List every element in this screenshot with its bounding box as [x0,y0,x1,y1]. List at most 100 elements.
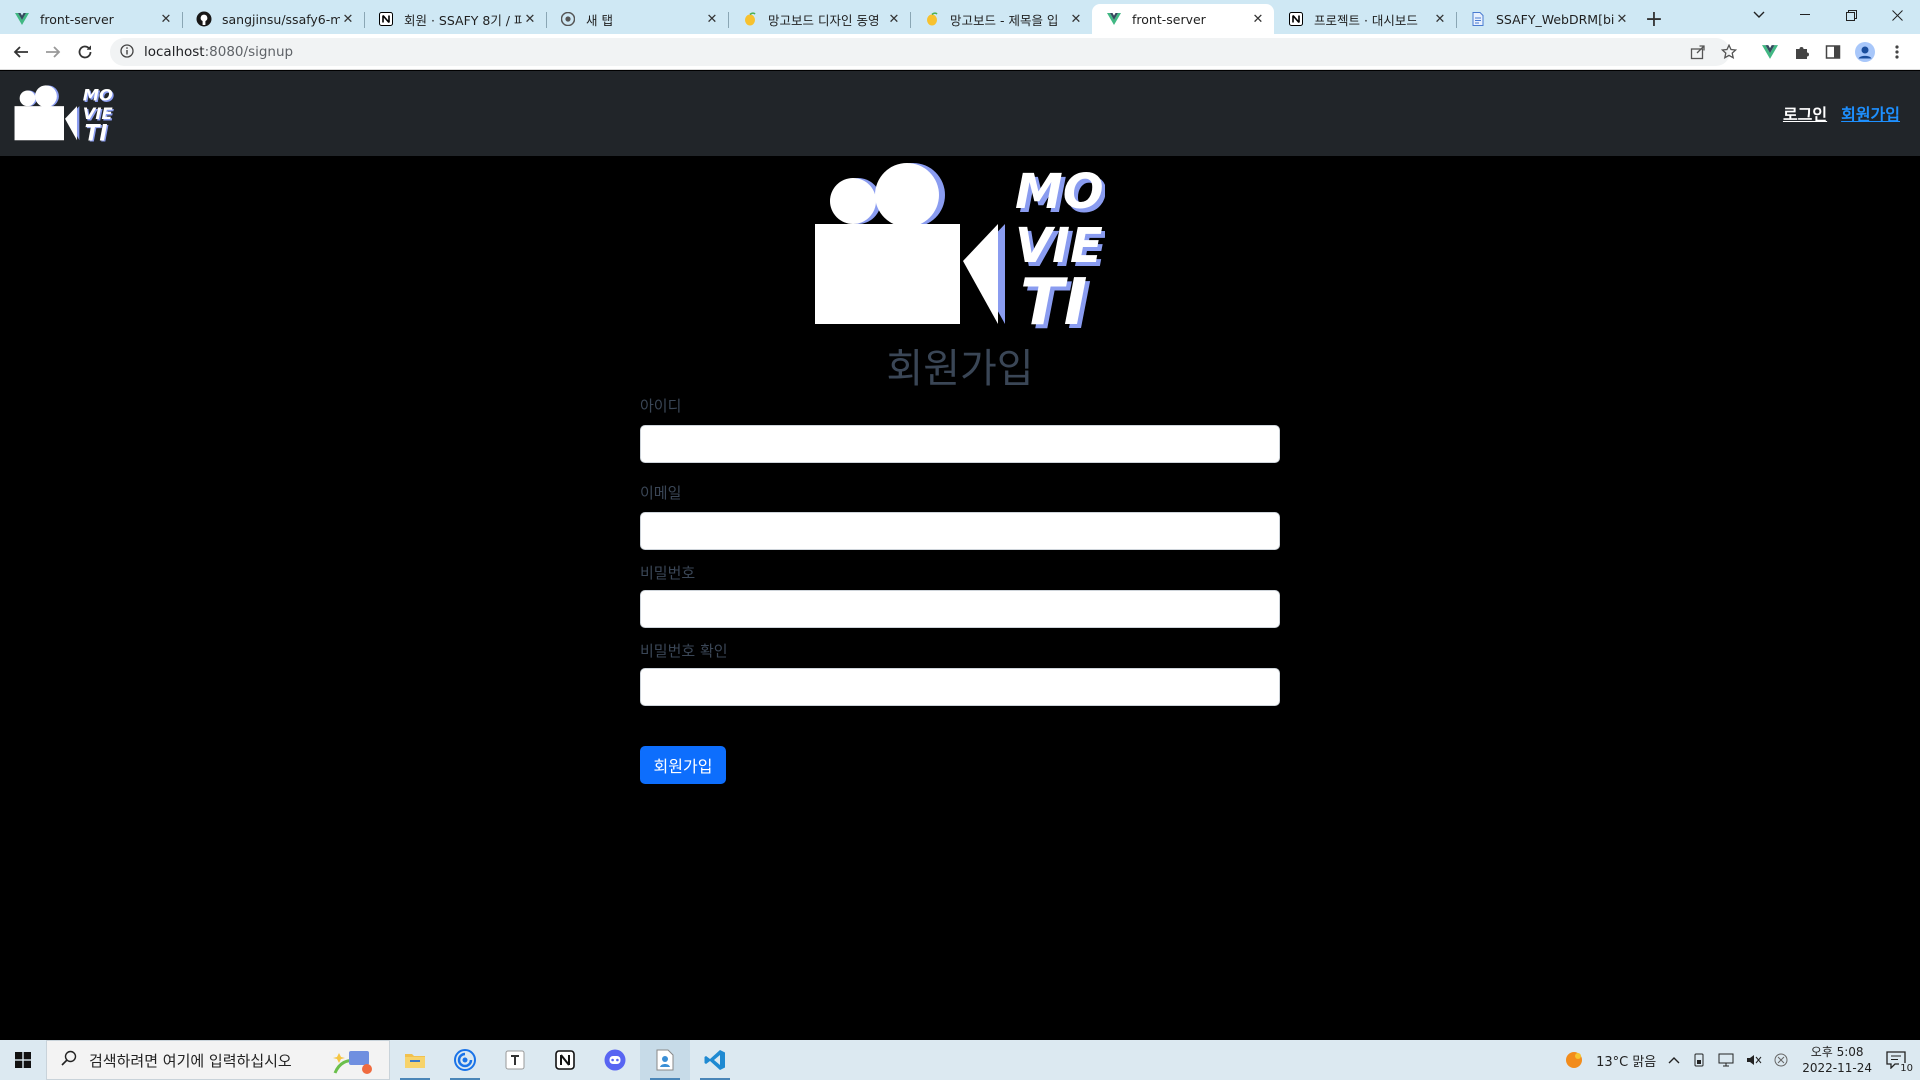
tab-title: front-server [1132,11,1206,27]
system-tray: 13°C 맑음 오후 5:08 2022-11-24 10 [1558,1040,1920,1080]
minimize-icon[interactable] [1782,0,1828,30]
tab-title: 새 탭 [586,12,613,28]
address-bar[interactable]: localhost:8080/signup [110,38,1730,66]
tab-title: 회원 · SSAFY 8기 / 파 [404,12,522,28]
password-label: 비밀번호 [640,564,696,582]
notification-center-icon[interactable]: 10 [1886,1051,1914,1074]
chevron-up-icon[interactable] [1668,1056,1680,1064]
logo-text-ti: TI [84,121,107,143]
hero-logo-text-ti: TI [1020,266,1087,332]
tab-title: sangjinsu/ssafy6-mov [222,11,340,27]
close-icon[interactable]: ✕ [1432,11,1448,27]
search-placeholder: 검색하려면 여기에 입력하십시오 [89,1051,292,1070]
signup-form: 아이디 이메일 비밀번호 비밀번호 확인 [640,395,1280,706]
window-close-icon[interactable] [1874,0,1920,30]
close-icon[interactable]: ✕ [158,11,174,27]
restore-icon[interactable] [1828,0,1874,30]
info-icon[interactable] [120,43,134,62]
battery-device-icon[interactable] [1692,1053,1706,1067]
browser-tab-active[interactable]: front-server ✕ [1092,4,1274,34]
volume-muted-icon[interactable] [1746,1053,1762,1067]
password-input[interactable] [640,590,1280,628]
notion-taskbar-icon[interactable] [540,1040,590,1080]
mango-icon [924,11,940,27]
bookmark-star-icon[interactable] [1714,37,1744,67]
search-highlight-icon [333,1051,372,1074]
browser-tab[interactable]: front-server ✕ [0,4,182,34]
browser-tab-strip: front-server ✕ sangjinsu/ssafy6-mov ✕ 회원… [0,0,1920,34]
chrome-taskbar-icon[interactable] [440,1040,490,1080]
close-icon[interactable]: ✕ [522,11,538,27]
close-icon[interactable]: ✕ [1614,11,1630,27]
weather-sun-icon[interactable] [1564,1050,1584,1070]
discord-icon[interactable] [590,1040,640,1080]
logo-text-vie: VIE [83,104,113,123]
email-label: 이메일 [640,484,682,502]
close-icon[interactable]: ✕ [886,11,902,27]
document-icon [1470,11,1486,27]
browser-tab[interactable]: 회원 · SSAFY 8기 / 파 ✕ [364,4,546,34]
close-icon[interactable]: ✕ [1068,11,1084,27]
password-confirm-label: 비밀번호 확인 [640,642,728,660]
back-icon[interactable] [6,37,36,67]
ime-off-icon[interactable] [1774,1053,1788,1067]
nav-signup-link[interactable]: 회원가입 [1841,101,1900,125]
username-label: 아이디 [640,397,682,415]
vscode-icon[interactable] [690,1040,740,1080]
forward-icon[interactable] [38,37,68,67]
browser-tab[interactable]: 프로젝트 · 대시보드 ✕ [1274,4,1456,34]
url-host: localhost [144,44,205,60]
nav-login-link[interactable]: 로그인 [1783,101,1827,125]
hero-movieti-logo: MO MO VIE VIE TI TI [815,163,1105,332]
movieti-logo[interactable]: MO MO VIE VIE TI TI [14,85,114,143]
browser-tab[interactable]: 망고보드 - 제목을 입 ✕ [910,4,1092,34]
search-icon [61,1050,77,1070]
vue-icon [1106,11,1122,27]
close-icon[interactable]: ✕ [704,11,720,27]
url-text: localhost:8080/signup [144,44,293,60]
url-path: :8080/signup [204,44,294,60]
tab-title: 프로젝트 · 대시보드 [1314,12,1418,28]
new-tab-button[interactable]: + [1638,4,1670,34]
vue-icon [14,11,30,27]
side-panel-icon[interactable] [1818,37,1848,67]
close-icon[interactable]: ✕ [1250,11,1266,27]
file-explorer-icon[interactable] [390,1040,440,1080]
email-input[interactable] [640,512,1280,550]
password-confirm-input[interactable] [640,668,1280,706]
github-icon [196,11,212,27]
typora-icon[interactable] [490,1040,540,1080]
username-input[interactable] [640,425,1280,463]
tab-title: SSAFY_WebDRM[biA] [1496,11,1614,27]
site-navbar: MO MO VIE VIE TI TI 로그인 회원가입 [0,71,1920,156]
chrome-menu-icon[interactable] [1882,37,1912,67]
notification-count-badge: 10 [1899,1063,1914,1074]
reload-icon[interactable] [70,37,100,67]
tab-title: 망고보드 디자인 동영 [768,12,880,28]
mango-icon [742,11,758,27]
vue-devtools-icon[interactable] [1755,37,1785,67]
browser-tab[interactable]: SSAFY_WebDRM[biA] ✕ [1456,4,1638,34]
taskbar-clock[interactable]: 오후 5:08 2022-11-24 [1802,1044,1872,1076]
clock-date: 2022-11-24 [1802,1061,1872,1075]
network-icon[interactable] [1718,1053,1734,1067]
taskbar-search[interactable]: 검색하려면 여기에 입력하십시오 [46,1040,390,1080]
notion-icon [1288,11,1304,27]
chrome-icon [560,11,576,27]
browser-tab[interactable]: sangjinsu/ssafy6-mov ✕ [182,4,364,34]
tab-title: 망고보드 - 제목을 입 [950,12,1059,28]
windows-start-icon[interactable] [0,1040,46,1080]
profile-avatar-icon[interactable] [1850,37,1880,67]
tab-title: front-server [40,11,114,27]
close-icon[interactable]: ✕ [340,11,356,27]
teams-account-icon[interactable] [640,1040,690,1080]
weather-text[interactable]: 13°C 맑음 [1596,1051,1656,1070]
browser-tab[interactable]: 새 탭 ✕ [546,4,728,34]
signup-submit-button[interactable]: 회원가입 [640,746,726,784]
extensions-puzzle-icon[interactable] [1787,37,1817,67]
browser-tab[interactable]: 망고보드 디자인 동영 ✕ [728,4,910,34]
browser-toolbar: localhost:8080/signup [0,34,1920,70]
tab-search-icon[interactable] [1736,0,1782,30]
share-icon[interactable] [1683,37,1713,67]
auth-nav: 로그인 회원가입 [1783,101,1900,125]
